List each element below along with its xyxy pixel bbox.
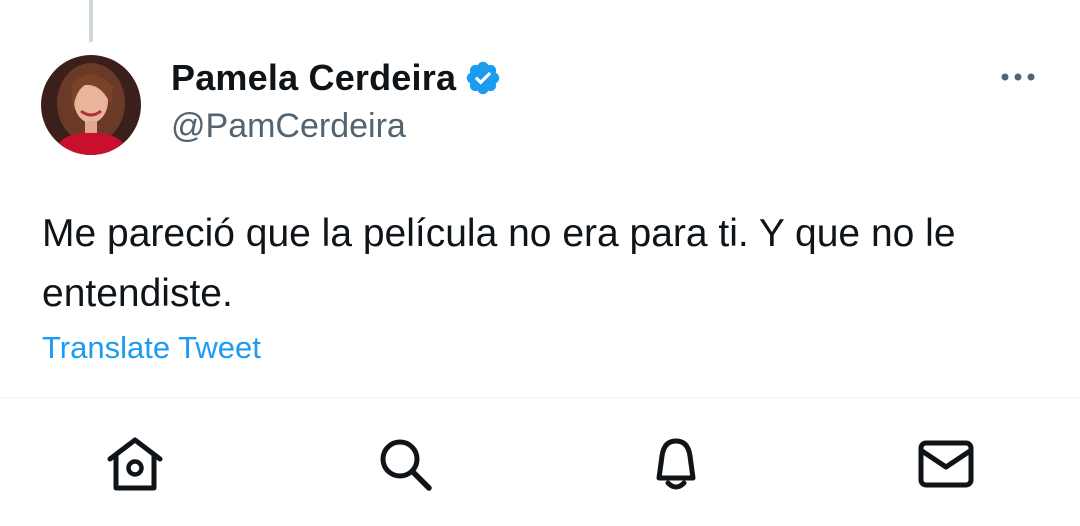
tweet-text: Me pareció que la película no era para t… [42,212,956,315]
nav-search-button[interactable] [373,432,437,496]
home-icon [107,437,163,491]
search-icon [380,439,432,491]
avatar[interactable] [41,55,141,155]
bell-icon [656,438,696,490]
bottom-navigation [0,398,1080,526]
mail-icon [918,440,974,488]
nav-notifications-button[interactable] [644,432,708,496]
thread-connector-line [89,0,93,42]
author-display-name[interactable]: Pamela Cerdeira [171,57,456,99]
author-handle[interactable]: @PamCerdeira [171,107,406,146]
nav-messages-button[interactable] [914,432,978,496]
translate-tweet-link[interactable]: Translate Tweet [42,330,261,366]
author-name-row: Pamela Cerdeira [171,56,502,100]
more-options-icon[interactable] [996,62,1040,92]
avatar-image [41,55,141,155]
verified-badge-icon [464,59,502,97]
nav-home-button[interactable] [103,432,167,496]
